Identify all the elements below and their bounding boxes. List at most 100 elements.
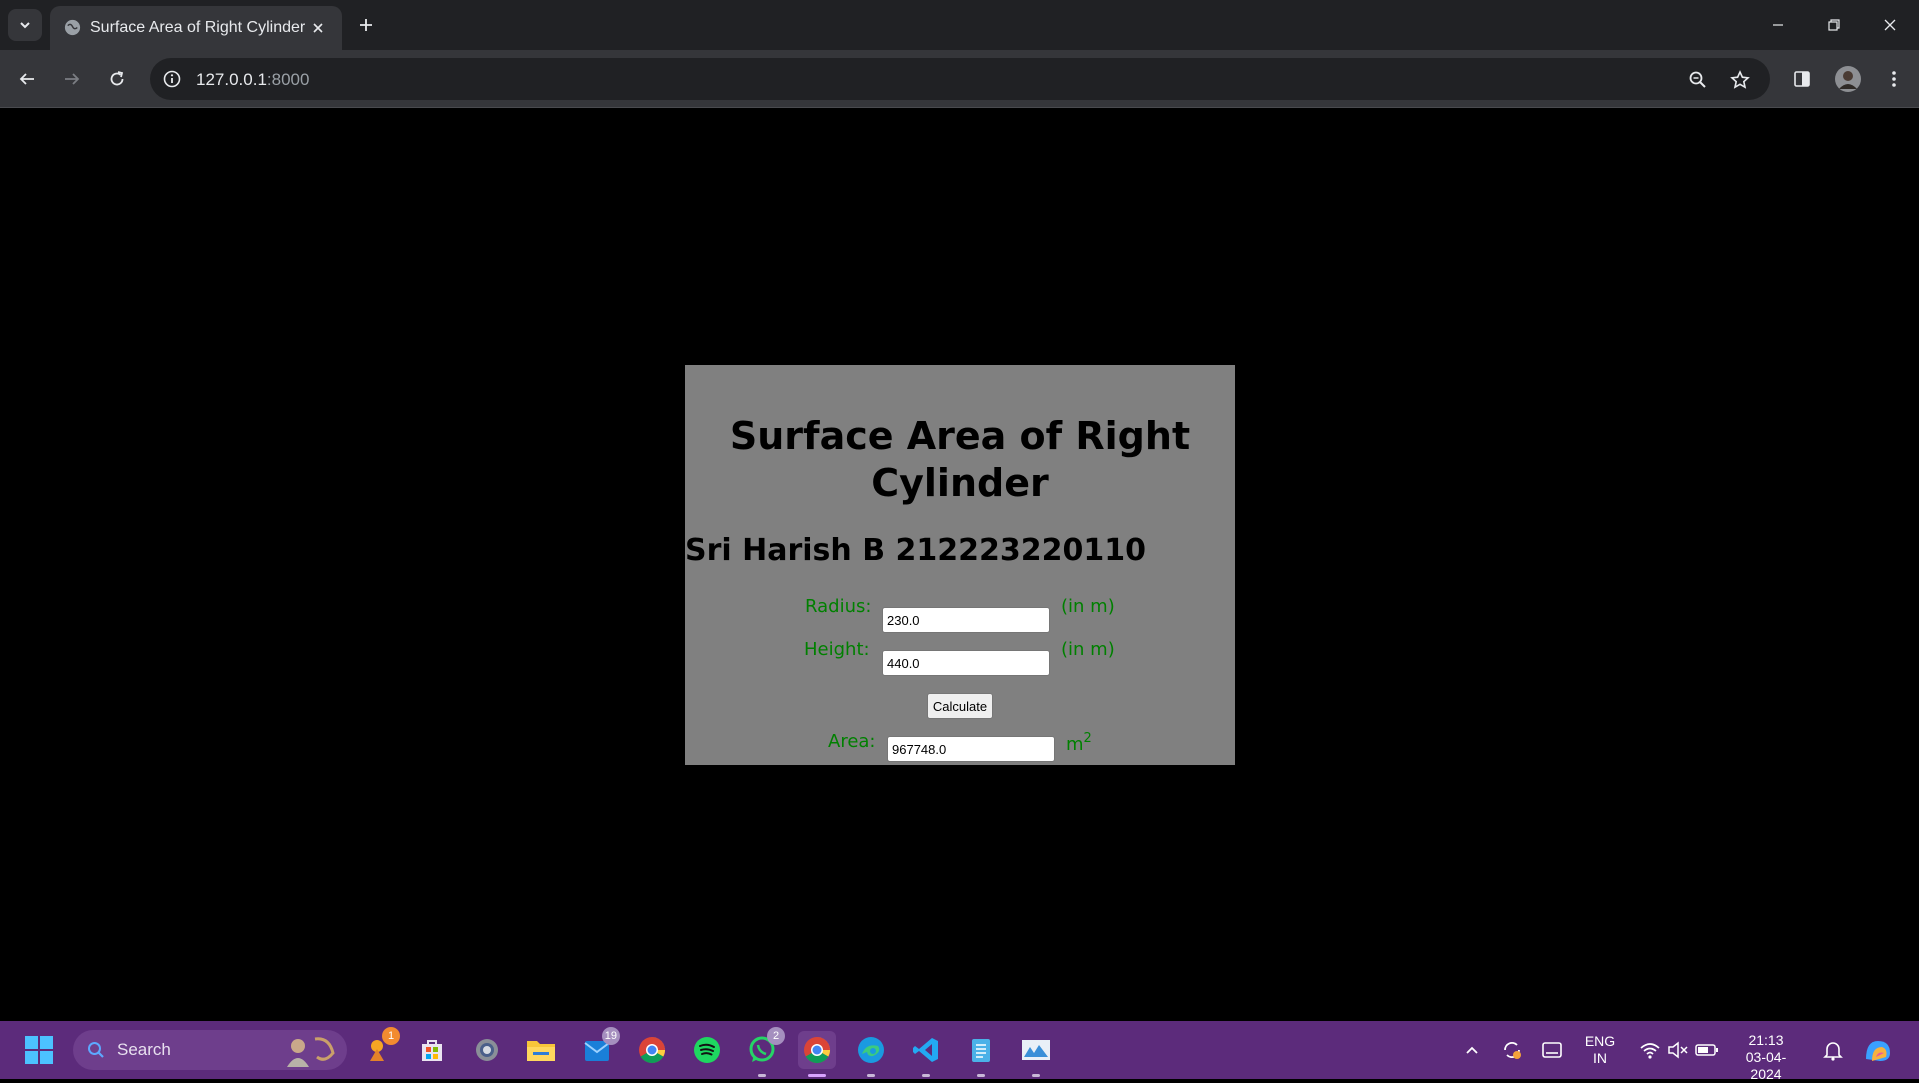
settings-app[interactable] xyxy=(468,1031,506,1069)
microsoft-store-app[interactable] xyxy=(413,1031,451,1069)
profile-button[interactable] xyxy=(1832,63,1864,95)
address-bar[interactable]: 127.0.0.1:8000 xyxy=(150,58,1770,100)
spotify-app[interactable] xyxy=(688,1031,726,1069)
height-input[interactable] xyxy=(882,650,1050,676)
close-window-button[interactable] xyxy=(1862,0,1918,50)
tablet-tray-icon-button[interactable] xyxy=(1534,1031,1570,1069)
search-highlight-icon xyxy=(287,1037,335,1067)
side-panel-icon xyxy=(1794,71,1810,87)
chrome-app[interactable] xyxy=(633,1031,671,1069)
author-heading: Sri Harish B 212223220110 xyxy=(685,533,1147,568)
taskbar: Search 1 19 2 ENG IN 21:13 03-04-2024 xyxy=(0,1021,1919,1082)
height-label: Height: xyxy=(804,639,870,660)
whatsapp-app[interactable]: 2 xyxy=(743,1027,785,1077)
bookmark-button[interactable] xyxy=(1727,67,1753,93)
url-text[interactable]: 127.0.0.1:8000 xyxy=(196,70,309,90)
chrome-icon xyxy=(639,1036,666,1064)
running-indicator xyxy=(922,1074,930,1077)
file-explorer-app[interactable] xyxy=(522,1031,560,1069)
area-unit-exponent: 2 xyxy=(1083,731,1092,746)
reload-button[interactable] xyxy=(101,63,133,95)
side-panel-button[interactable] xyxy=(1786,63,1818,95)
photos-app[interactable] xyxy=(1017,1031,1055,1077)
running-indicator xyxy=(867,1074,875,1077)
widgets-app[interactable]: 1 xyxy=(358,1027,400,1069)
start-button[interactable] xyxy=(20,1031,58,1069)
show-hidden-icons-button[interactable] xyxy=(1454,1031,1490,1069)
battery-icon xyxy=(1695,1044,1718,1056)
minimize-icon xyxy=(1773,24,1783,26)
info-icon[interactable] xyxy=(162,69,182,89)
radius-unit: (in m) xyxy=(1061,596,1115,617)
running-indicator xyxy=(1032,1074,1040,1077)
radius-input[interactable] xyxy=(882,607,1050,633)
outlook-badge: 19 xyxy=(601,1027,620,1045)
wifi-icon xyxy=(1640,1043,1660,1059)
whatsapp-badge: 2 xyxy=(767,1027,785,1045)
more-vertical-icon xyxy=(1892,71,1896,87)
area-unit-base: m xyxy=(1066,734,1084,755)
plus-icon xyxy=(360,19,372,31)
notepad-app[interactable] xyxy=(962,1031,1000,1077)
sync-tray-icon-button[interactable] xyxy=(1494,1031,1530,1069)
close-icon xyxy=(1884,19,1896,31)
back-button[interactable] xyxy=(11,63,43,95)
tab-title: Surface Area of Right Cylinder xyxy=(90,19,306,36)
radius-label: Radius: xyxy=(805,596,872,617)
search-icon xyxy=(88,1042,104,1058)
language-indicator[interactable]: ENG IN xyxy=(1578,1033,1622,1067)
active-tab[interactable]: Surface Area of Right Cylinder xyxy=(50,6,342,50)
zoom-button[interactable] xyxy=(1685,67,1711,93)
page-viewport: Surface Area of Right Cylinder Sri Haris… xyxy=(0,109,1919,1021)
page-title: Surface Area of Right Cylinder xyxy=(729,414,1191,505)
tab-search-button[interactable] xyxy=(8,9,42,41)
forward-button[interactable] xyxy=(56,63,88,95)
sync-icon xyxy=(1504,1042,1521,1059)
avatar xyxy=(1835,66,1861,92)
notepad-icon xyxy=(972,1039,990,1062)
restore-button[interactable] xyxy=(1806,0,1862,50)
active-indicator xyxy=(808,1074,826,1077)
browser-tab-strip: Surface Area of Right Cylinder xyxy=(0,0,1919,50)
taskbar-search[interactable]: Search xyxy=(73,1030,347,1070)
chrome-icon xyxy=(804,1036,831,1064)
calculate-button[interactable]: Calculate xyxy=(927,693,993,719)
spotify-icon xyxy=(694,1037,720,1063)
edge-icon xyxy=(858,1037,884,1063)
restore-icon xyxy=(1828,19,1840,31)
vscode-icon xyxy=(913,1038,938,1062)
widgets-badge: 1 xyxy=(382,1027,400,1045)
calculator-card: Surface Area of Right Cylinder Sri Haris… xyxy=(685,365,1235,765)
notifications-button[interactable] xyxy=(1816,1031,1850,1069)
speaker-muted-icon xyxy=(1668,1041,1688,1059)
running-indicator xyxy=(977,1074,985,1077)
browser-toolbar: 127.0.0.1:8000 xyxy=(0,50,1919,108)
height-unit: (in m) xyxy=(1061,639,1115,660)
browser-menu-button[interactable] xyxy=(1878,63,1910,95)
outlook-app[interactable]: 19 xyxy=(578,1027,620,1069)
running-indicator xyxy=(758,1074,766,1077)
new-tab-button[interactable] xyxy=(352,11,380,39)
clock[interactable]: 21:13 03-04-2024 xyxy=(1734,1032,1798,1083)
area-output[interactable] xyxy=(887,736,1055,762)
edge-app[interactable] xyxy=(852,1031,890,1077)
copilot-button[interactable] xyxy=(1858,1031,1898,1069)
clock-time: 21:13 xyxy=(1748,1032,1784,1048)
zoom-icon xyxy=(1689,71,1706,88)
tab-close-button[interactable] xyxy=(307,17,329,39)
image-icon xyxy=(1022,1040,1050,1060)
quick-settings-button[interactable] xyxy=(1632,1031,1726,1069)
reload-icon xyxy=(110,71,124,86)
arrow-left-icon xyxy=(19,73,34,85)
language-line2: IN xyxy=(1593,1050,1607,1066)
arrow-right-icon xyxy=(65,73,80,85)
minimize-button[interactable] xyxy=(1750,0,1806,50)
chrome-active-app[interactable] xyxy=(798,1031,836,1077)
search-label: Search xyxy=(117,1040,171,1059)
copilot-icon xyxy=(1866,1041,1890,1061)
close-icon xyxy=(313,23,323,33)
star-icon xyxy=(1730,70,1750,89)
chevron-down-icon xyxy=(20,22,30,29)
vscode-app[interactable] xyxy=(907,1031,945,1077)
store-icon xyxy=(422,1040,442,1061)
